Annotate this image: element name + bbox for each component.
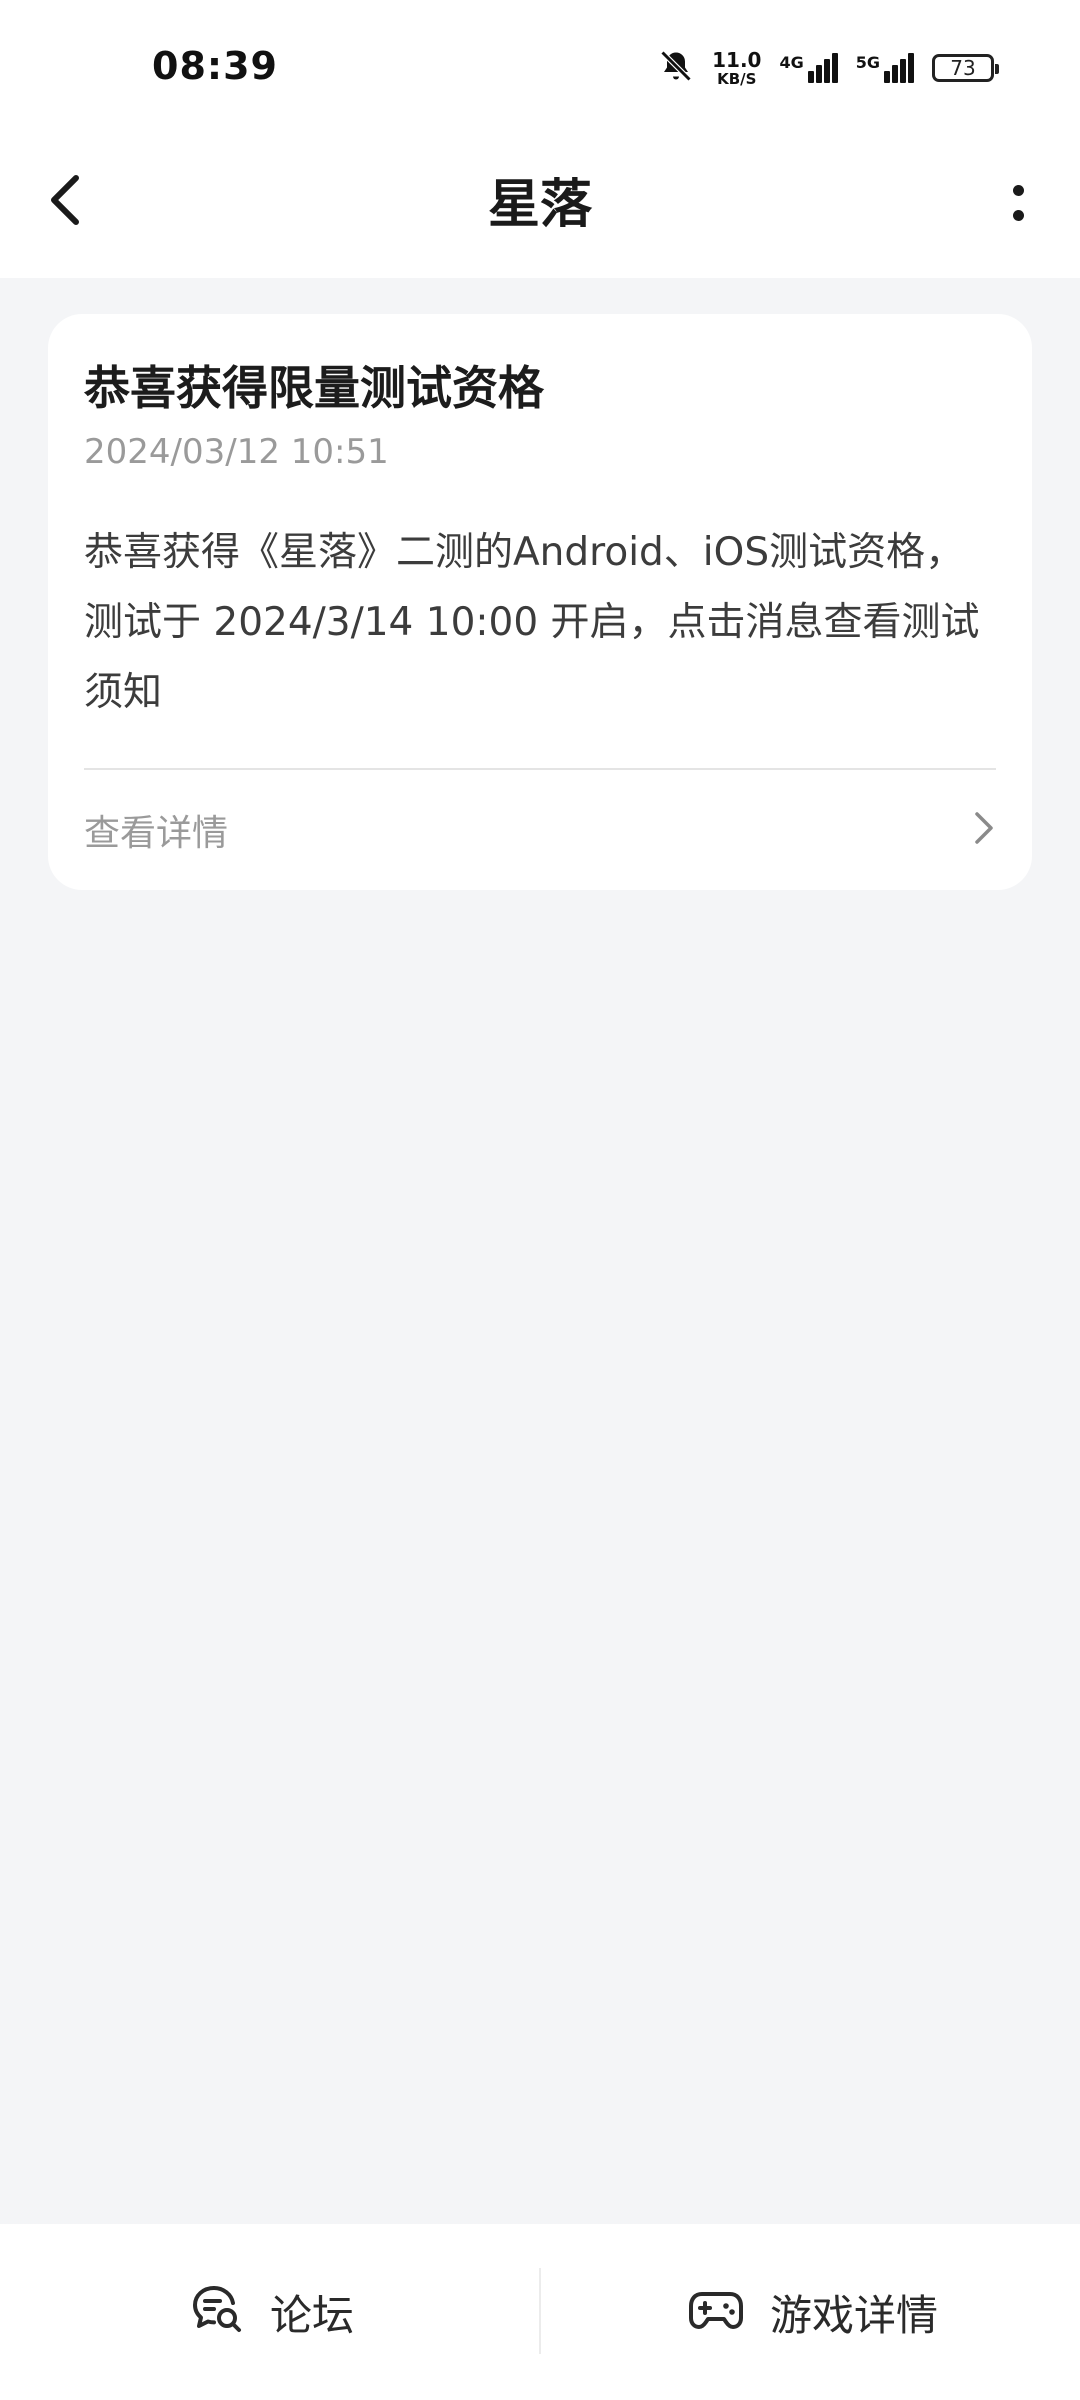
- signal-icon: 4G: [779, 53, 838, 83]
- battery-icon: 73: [932, 54, 999, 82]
- signal-4g-label: 4G: [779, 53, 804, 72]
- message-card[interactable]: 恭喜获得限量测试资格 2024/03/12 10:51 恭喜获得《星落》二测的A…: [48, 314, 1032, 890]
- gamepad-icon: [688, 2286, 744, 2338]
- game-details-tab-label: 游戏详情: [770, 2290, 939, 2340]
- signal-icon: 5G: [856, 53, 914, 83]
- network-speed-unit: KB/S: [717, 69, 757, 88]
- forum-tab-label: 论坛: [270, 2290, 355, 2340]
- view-details-link[interactable]: 查看详情: [84, 770, 996, 890]
- network-speed-value: 11.0: [712, 47, 762, 72]
- message-title: 恭喜获得限量测试资格: [84, 361, 544, 415]
- game-details-tab[interactable]: 游戏详情: [688, 2224, 938, 2400]
- status-time: 08:39: [152, 44, 278, 88]
- top-app-bar: 星落: [0, 138, 1080, 278]
- message-timestamp: 2024/03/12 10:51: [84, 432, 389, 472]
- forum-tab[interactable]: 论坛: [190, 2224, 354, 2400]
- message-body: 恭喜获得《星落》二测的Android、iOS测试资格，测试于 2024/3/14…: [84, 530, 980, 715]
- more-options-button[interactable]: [996, 168, 1040, 238]
- chat-search-icon: [190, 2283, 244, 2341]
- bell-off-icon: [658, 48, 694, 88]
- bottom-navigation: 论坛 游戏详情: [0, 2224, 1080, 2400]
- divider: [539, 2268, 541, 2354]
- page-title: 星落: [487, 175, 592, 235]
- status-bar: 08:39 11.0 KB/S 4G 5G 73: [0, 0, 1080, 138]
- battery-level: 73: [950, 56, 976, 80]
- network-speed: 11.0 KB/S: [712, 50, 761, 87]
- status-indicators: 11.0 KB/S 4G 5G 73: [658, 46, 999, 90]
- chevron-right-icon: [972, 809, 996, 851]
- signal-5g-label: 5G: [855, 53, 880, 72]
- view-details-label: 查看详情: [84, 813, 229, 854]
